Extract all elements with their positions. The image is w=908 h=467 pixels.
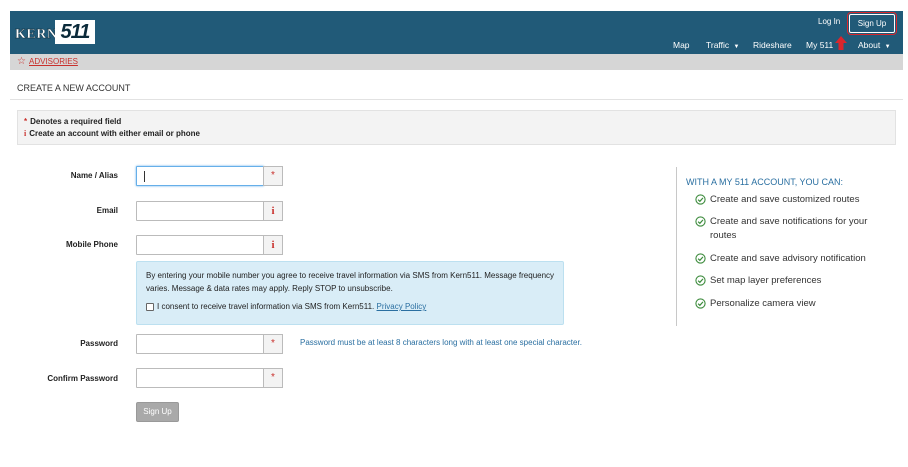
required-asterisk-icon: * bbox=[263, 166, 283, 186]
nav-my511[interactable]: My 511 bbox=[806, 40, 833, 50]
benefit-item: Create and save customized routes bbox=[695, 193, 885, 207]
name-label: Name / Alias bbox=[70, 171, 118, 180]
benefit-item: Set map layer preferences bbox=[695, 274, 885, 288]
password-hint: Password must be at least 8 characters l… bbox=[300, 338, 582, 347]
logo-word: KERN bbox=[15, 27, 58, 42]
required-notice-text: Denotes a required field bbox=[30, 117, 122, 126]
account-benefits-panel: WITH A MY 511 ACCOUNT, YOU CAN: Create a… bbox=[676, 167, 896, 326]
benefit-item: Personalize camera view bbox=[695, 297, 885, 311]
benefit-text: Set map layer preferences bbox=[710, 275, 822, 286]
nav-traffic[interactable]: Traffic ▼ bbox=[706, 40, 739, 50]
required-asterisk-icon: * bbox=[263, 368, 283, 388]
signup-submit-button[interactable]: Sign Up bbox=[136, 402, 179, 422]
check-circle-icon bbox=[695, 194, 706, 205]
benefit-text: Create and save notifications for your r… bbox=[710, 216, 868, 241]
confirm-password-input[interactable] bbox=[136, 368, 264, 388]
advisories-bar: ☆ ADVISORIES bbox=[10, 54, 903, 70]
info-icon[interactable]: i bbox=[263, 235, 283, 255]
advisories-link[interactable]: ADVISORIES bbox=[29, 57, 78, 66]
caret-down-icon: ▼ bbox=[884, 44, 891, 50]
header-signup-button[interactable]: Sign Up bbox=[847, 12, 897, 35]
password-input[interactable] bbox=[136, 334, 264, 354]
title-divider bbox=[10, 99, 903, 100]
info-icon[interactable]: i bbox=[263, 201, 283, 221]
privacy-policy-link[interactable]: Privacy Policy bbox=[377, 302, 427, 311]
phone-input[interactable] bbox=[136, 235, 264, 255]
nav-map[interactable]: Map bbox=[673, 40, 690, 50]
name-input[interactable] bbox=[136, 166, 264, 186]
info-icon: i bbox=[24, 129, 27, 138]
nav-about-label: About bbox=[858, 40, 881, 50]
page-title: CREATE A NEW ACCOUNT bbox=[17, 83, 131, 93]
check-circle-icon bbox=[695, 216, 706, 227]
asterisk-icon: * bbox=[24, 117, 28, 126]
nav-traffic-label: Traffic bbox=[706, 40, 730, 50]
benefit-text: Create and save customized routes bbox=[710, 194, 860, 205]
password-label: Password bbox=[80, 339, 118, 348]
nav-about[interactable]: About ▼ bbox=[858, 40, 891, 50]
info-notice: i Create an account with either email or … bbox=[24, 129, 200, 138]
check-circle-icon bbox=[695, 275, 706, 286]
check-circle-icon bbox=[695, 298, 706, 309]
sms-disclaimer: By entering your mobile number you agree… bbox=[146, 271, 555, 293]
star-outline-icon: ☆ bbox=[17, 56, 26, 67]
nav-rideshare[interactable]: Rideshare bbox=[753, 40, 792, 50]
benefit-text: Personalize camera view bbox=[710, 298, 816, 309]
benefit-item: Create and save advisory notification bbox=[695, 252, 885, 266]
logo-number: 511 bbox=[55, 20, 95, 44]
caret-down-icon: ▼ bbox=[733, 44, 740, 50]
benefits-title: WITH A MY 511 ACCOUNT, YOU CAN: bbox=[686, 177, 844, 187]
email-label: Email bbox=[96, 206, 118, 215]
kern511-logo[interactable]: KERN 511 bbox=[15, 19, 97, 45]
phone-label: Mobile Phone bbox=[66, 240, 118, 249]
benefit-text: Create and save advisory notification bbox=[710, 253, 866, 264]
confirm-password-label: Confirm Password bbox=[47, 374, 118, 383]
text-cursor bbox=[144, 171, 145, 182]
login-link[interactable]: Log In bbox=[818, 17, 840, 26]
consent-text: I consent to receive travel information … bbox=[157, 302, 375, 311]
sms-consent-label: I consent to receive travel information … bbox=[157, 302, 426, 311]
required-notice: * Denotes a required field bbox=[24, 117, 121, 126]
email-input[interactable] bbox=[136, 201, 264, 221]
form-notice: * Denotes a required field i Create an acc… bbox=[17, 110, 896, 145]
sms-consent-checkbox[interactable] bbox=[146, 303, 154, 311]
sms-consent-box: By entering your mobile number you agree… bbox=[136, 261, 564, 325]
red-arrow-cursor-icon bbox=[835, 36, 847, 50]
info-notice-text: Create an account with either email or p… bbox=[29, 129, 200, 138]
benefit-item: Create and save notifications for your r… bbox=[695, 215, 885, 243]
check-circle-icon bbox=[695, 253, 706, 264]
required-asterisk-icon: * bbox=[263, 334, 283, 354]
